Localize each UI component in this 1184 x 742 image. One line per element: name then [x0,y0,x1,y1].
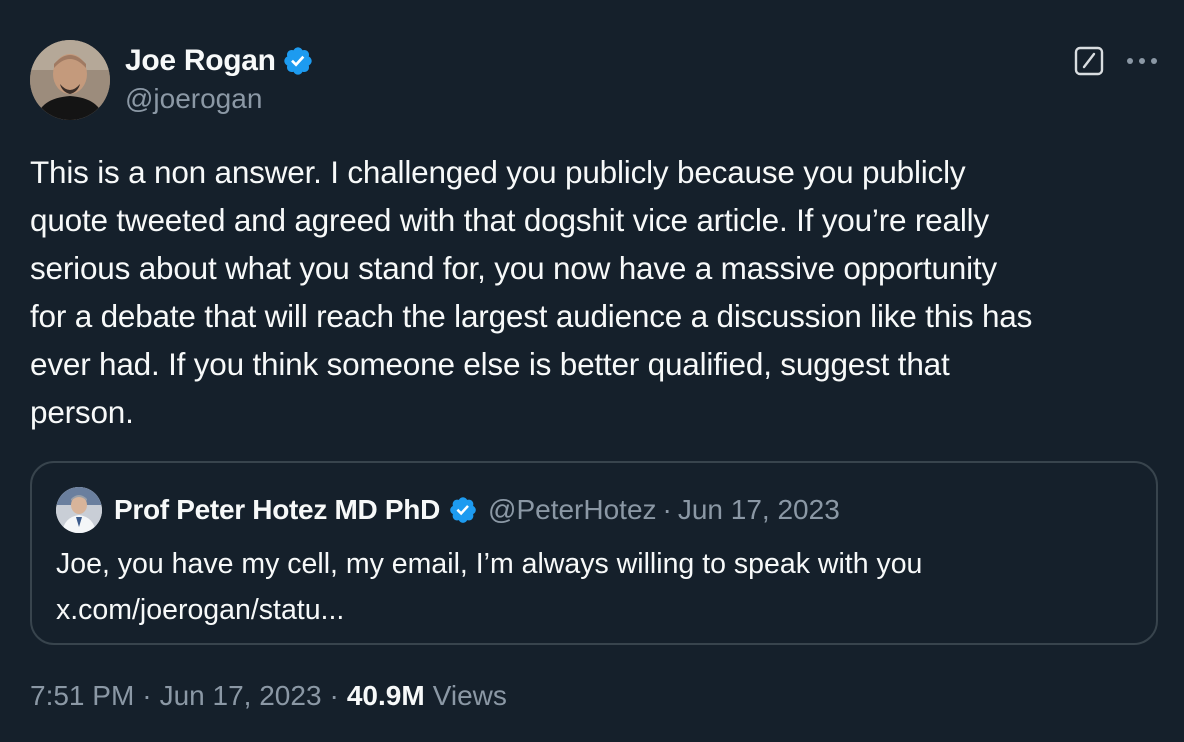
author-name-row: Joe Rogan [125,44,314,78]
quoted-author-name[interactable]: Prof Peter Hotez MD PhD [114,494,440,526]
separator-dot: · [142,680,152,711]
author-handle[interactable]: @joerogan [125,83,262,115]
tweet-card: Joe Rogan @joerogan This is a non answer… [0,0,1184,742]
quoted-author-avatar [56,487,102,533]
tweet-text-line: serious about what you stand for, you no… [30,250,997,286]
tweet-date[interactable]: Jun 17, 2023 [160,680,322,712]
tweet-text-line: ever had. If you think someone else is b… [30,346,950,382]
author-avatar[interactable] [30,40,110,120]
tweet-text-line: This is a non answer. I challenged you p… [30,154,966,190]
verified-badge-icon[interactable] [282,45,314,77]
quoted-link[interactable]: x.com/joerogan/statu... [56,587,1136,633]
more-options-button[interactable] [1122,44,1162,78]
more-options-icon [1127,58,1157,64]
separator-dot: · [662,494,672,525]
separator-dot: · [329,680,339,711]
quoted-tweet[interactable]: Prof Peter Hotez MD PhD @PeterHotez · Ju… [30,461,1158,645]
tweet-time[interactable]: 7:51 PM [30,680,134,712]
tweet-text: This is a non answer. I challenged you p… [30,148,1170,436]
quoted-tweet-header: Prof Peter Hotez MD PhD @PeterHotez · Ju… [114,491,840,529]
grok-button[interactable] [1072,44,1106,78]
tweet-text-line: quote tweeted and agreed with that dogsh… [30,202,989,238]
tweet-text-line: for a debate that will reach the largest… [30,298,1033,334]
verified-badge-icon[interactable] [448,495,478,525]
quoted-tweet-text: Joe, you have my cell, my email, I’m alw… [56,541,1136,633]
quoted-author-handle[interactable]: @PeterHotez [488,494,657,526]
quoted-text-line: Joe, you have my cell, my email, I’m alw… [56,548,923,580]
views-label[interactable]: Views [433,680,507,712]
tweet-meta: 7:51 PM · Jun 17, 2023 · 40.9M Views [30,680,507,712]
author-display-name[interactable]: Joe Rogan [125,44,276,78]
views-count[interactable]: 40.9M [347,680,425,712]
tweet-text-line: person. [30,394,134,430]
grok-icon [1074,46,1104,76]
quoted-tweet-date[interactable]: Jun 17, 2023 [678,494,840,526]
